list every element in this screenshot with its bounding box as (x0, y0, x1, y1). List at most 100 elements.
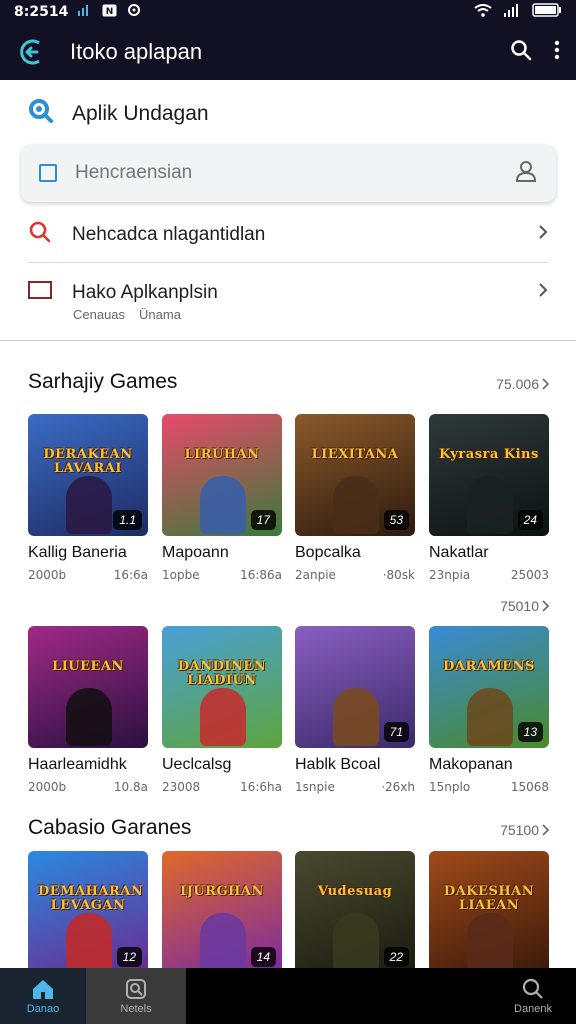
game-meta-1: 15nplo (429, 780, 471, 794)
game-logo-text: LIEXITANA (311, 447, 399, 462)
rating-badge: 24 (517, 510, 543, 530)
game-character-art (200, 476, 246, 534)
game-card[interactable]: Vudesuag 22 (295, 851, 415, 973)
game-card[interactable]: DANDINEN LIADIUN Ueclcalsg 23008 16:6ha (162, 626, 282, 794)
game-meta-1: 23npia (429, 568, 471, 582)
game-thumbnail[interactable]: DARAMENS 13 (429, 626, 549, 748)
game-meta-2: 16:6a (113, 568, 148, 582)
game-thumbnail[interactable]: LIRUHAN 17 (162, 414, 282, 536)
game-character-art (66, 688, 112, 746)
list-item-recent-search[interactable]: Nehcadca nlagantidlan (28, 220, 548, 249)
nav-label: Netels (120, 1002, 152, 1015)
signal-icon (78, 4, 92, 20)
game-meta-2: 16:6ha (240, 780, 282, 794)
divider (28, 262, 548, 263)
game-title: Hablk Bcoal (295, 756, 381, 773)
game-logo-text: Kyrasra Kins (439, 447, 539, 462)
status-time: 8:2514 (14, 4, 69, 20)
nav-item-bookmarks[interactable]: Netels (86, 968, 186, 1024)
search-icon[interactable] (510, 39, 532, 66)
game-meta-1: 1opbe (162, 568, 200, 582)
game-card[interactable]: DEMAHARAN LEVAGAN 12 (28, 851, 148, 973)
game-card[interactable]: LIEXITANA 53 Bopcalka 2anpie ·80sk (295, 414, 415, 582)
search-icon (522, 978, 543, 999)
game-title: Mapoann (162, 544, 229, 561)
game-character-art (200, 688, 246, 746)
svg-text:N: N (106, 7, 114, 17)
game-card[interactable]: DARAMENS 13 Makopanan 15nplo 15068 (429, 626, 549, 794)
section-title: Cabasio Garanes (28, 816, 192, 839)
game-logo-text: DARAMENS (443, 659, 535, 674)
nav-item-home[interactable]: Danao (0, 968, 86, 1024)
see-all-count: 75100 (500, 822, 539, 838)
search-input[interactable] (75, 162, 475, 184)
game-thumbnail[interactable]: LIUEEAN (28, 626, 148, 748)
game-thumbnail[interactable]: 71 (295, 626, 415, 748)
chevron-right-icon (538, 282, 548, 303)
game-card[interactable]: 71 Hablk Bcoal 1snpie ·26xh (295, 626, 415, 794)
game-logo-text: LIUEEAN (52, 659, 124, 674)
game-thumbnail[interactable]: DAKESHAN LIAEAN (429, 851, 549, 973)
game-meta: 1opbe 16:86a (162, 568, 282, 582)
game-character-art (467, 476, 513, 534)
search-header-label: Aplik Undagan (72, 102, 209, 125)
chevron-right-icon (542, 824, 550, 836)
game-character-art (467, 688, 513, 746)
rating-badge: 17 (250, 510, 276, 530)
bookmark-icon (126, 978, 146, 999)
game-thumbnail[interactable]: DANDINEN LIADIUN (162, 626, 282, 748)
game-logo-text (303, 656, 407, 664)
game-card[interactable]: DAKESHAN LIAEAN (429, 851, 549, 973)
game-card[interactable]: LIUEEAN Haarleamidhk 2000b 10.8a (28, 626, 148, 794)
game-meta: 1snpie ·26xh (295, 780, 415, 794)
search-field[interactable] (21, 144, 556, 202)
game-logo-text: Vudesuag (317, 884, 393, 899)
app-bar: Itoko aplapan (0, 24, 576, 80)
cell-signal-icon (504, 3, 520, 21)
game-meta-1: 2anpie (295, 568, 336, 582)
list-item-app-manager[interactable]: Hako Aplkanplsin (28, 280, 548, 305)
game-title: Kallig Baneria (28, 544, 127, 561)
section-divider (0, 340, 576, 341)
game-meta: 2000b 10.8a (28, 780, 148, 794)
sync-icon (127, 3, 141, 21)
rating-badge: 13 (517, 722, 543, 742)
game-character-art (333, 913, 379, 971)
game-thumbnail[interactable]: DEMAHARAN LEVAGAN 12 (28, 851, 148, 973)
checkbox-icon[interactable] (39, 164, 57, 182)
chevron-right-icon (538, 224, 548, 245)
sublabel-2: Ünama (139, 307, 181, 322)
search-section: Aplik Undagan Nehcadca nlagantidlan Hako… (0, 80, 576, 342)
game-logo-text: DANDINEN LIADIUN (177, 659, 267, 688)
game-character-art (66, 476, 112, 534)
see-all-link[interactable]: 75010 (500, 598, 550, 614)
see-all-link[interactable]: 75100 (500, 822, 550, 838)
game-card[interactable]: IJURGHAN 14 (162, 851, 282, 973)
profile-icon[interactable] (514, 159, 538, 188)
app-title: Itoko aplapan (70, 39, 203, 64)
game-thumbnail[interactable]: LIEXITANA 53 (295, 414, 415, 536)
more-options-icon[interactable] (554, 40, 560, 65)
game-thumbnail[interactable]: Vudesuag 22 (295, 851, 415, 973)
home-icon (33, 979, 53, 999)
see-all-link[interactable]: 75.006 (496, 376, 550, 392)
game-meta-1: 2000b (28, 568, 67, 582)
list-item-label: Hako Aplkanplsin (72, 281, 218, 303)
nav-item-search[interactable]: Danenk (490, 968, 576, 1024)
back-logo-icon[interactable] (16, 36, 48, 68)
game-character-art (333, 688, 379, 746)
game-card[interactable]: Kyrasra Kins 24 Nakatlar 23npia 25003 (429, 414, 549, 582)
game-meta-2: 16:86a (240, 568, 282, 582)
game-meta: 15nplo 15068 (429, 780, 549, 794)
wifi-icon (474, 3, 492, 21)
game-thumbnail[interactable]: IJURGHAN 14 (162, 851, 282, 973)
rating-badge: 14 (250, 947, 276, 967)
game-thumbnail[interactable]: Kyrasra Kins 24 (429, 414, 549, 536)
game-meta: 2anpie ·80sk (295, 568, 415, 582)
game-meta-2: 15068 (510, 780, 549, 794)
game-title: Haarleamidhk (28, 756, 127, 773)
game-thumbnail[interactable]: DERAKEAN LAVARAI 1.1 (28, 414, 148, 536)
game-card[interactable]: LIRUHAN 17 Mapoann 1opbe 16:86a (162, 414, 282, 582)
game-card[interactable]: DERAKEAN LAVARAI 1.1 Kallig Baneria 2000b 16… (28, 414, 148, 582)
